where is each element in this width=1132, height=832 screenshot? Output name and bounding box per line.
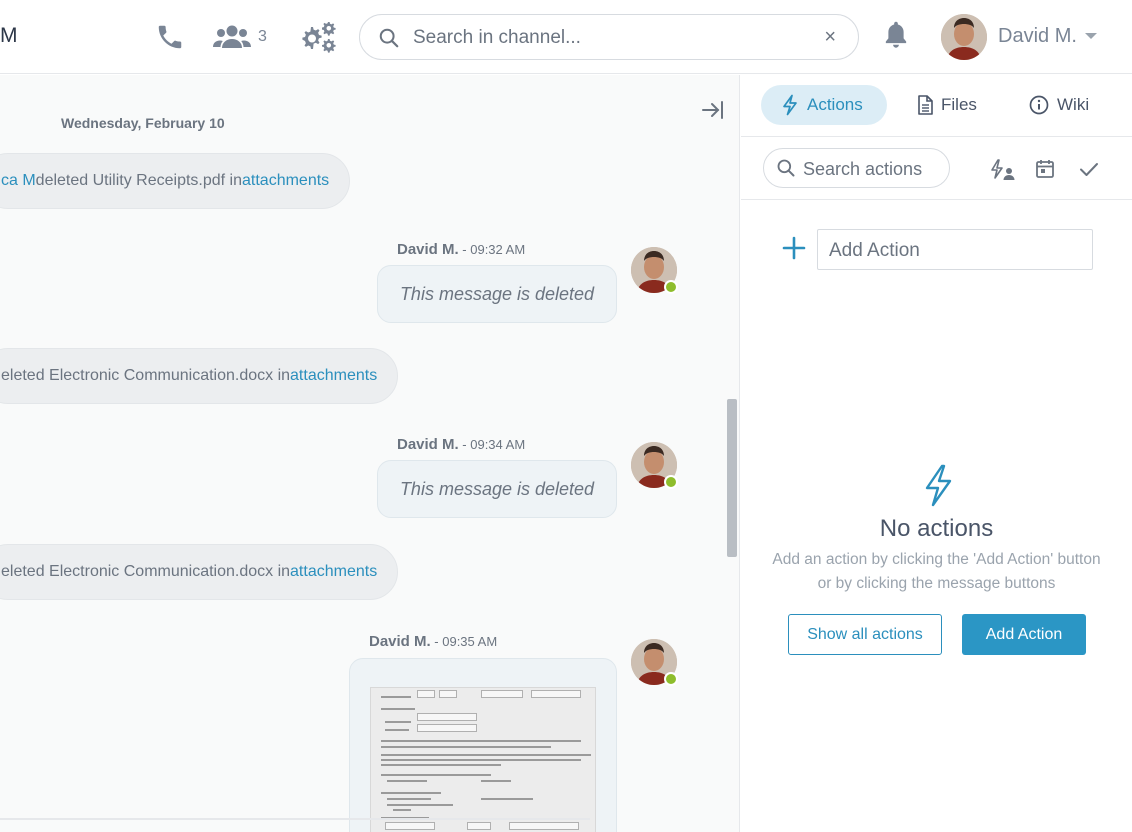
system-message: eleted Electronic Communication.docx in … xyxy=(0,348,399,404)
search-placeholder: Search in channel... xyxy=(413,27,581,48)
message-avatar[interactable] xyxy=(631,442,678,489)
tab-files[interactable]: Files xyxy=(913,85,993,125)
user-avatar[interactable] xyxy=(941,14,987,60)
search-actions-placeholder: Search actions xyxy=(803,159,923,179)
message-author[interactable]: David M. xyxy=(369,633,431,650)
message-time: - 09:34 AM xyxy=(458,437,526,452)
channel-title: M xyxy=(0,24,18,47)
file-icon xyxy=(918,95,933,115)
chat-area: Wednesday, February 10 ca M deleted Util… xyxy=(0,75,740,832)
tab-label: Wiki xyxy=(1057,95,1090,114)
online-status-dot xyxy=(664,280,678,294)
empty-state-title: No actions xyxy=(879,515,994,542)
actions-toolbar: Search actions xyxy=(741,137,1132,200)
add-action-input[interactable]: Add Action xyxy=(817,229,1093,270)
attachments-link[interactable]: attachments xyxy=(242,172,329,190)
message-time: - 09:32 AM xyxy=(458,242,526,257)
tab-actions[interactable]: Actions xyxy=(761,85,887,125)
calendar-filter-icon[interactable] xyxy=(1033,157,1059,183)
participants-icon[interactable] xyxy=(212,22,252,52)
top-bar: M 3 Search in channel... × David M. xyxy=(0,0,1132,74)
info-icon xyxy=(1029,95,1049,115)
composer-divider xyxy=(0,818,590,820)
add-action-button[interactable]: Add Action xyxy=(962,614,1086,655)
message-avatar[interactable] xyxy=(631,247,678,294)
add-action-placeholder: Add Action xyxy=(829,240,920,261)
search-icon xyxy=(777,159,795,177)
clear-search-icon[interactable]: × xyxy=(824,26,836,49)
show-all-actions-button[interactable]: Show all actions xyxy=(788,614,942,655)
tab-label: Files xyxy=(941,95,977,114)
assigned-to-me-filter-icon[interactable] xyxy=(989,157,1015,183)
message-text: This message is deleted xyxy=(399,478,595,499)
lightning-icon xyxy=(783,94,797,116)
message-author[interactable]: David M. xyxy=(397,241,459,258)
message-text: This message is deleted xyxy=(399,283,595,304)
message-bubble[interactable]: This message is deleted xyxy=(377,265,617,323)
user-name[interactable]: David M. xyxy=(998,25,1077,48)
system-message-text: deleted Utility Receipts.pdf in xyxy=(35,172,242,189)
system-message-author[interactable]: ca M xyxy=(1,172,36,190)
tab-label: Actions xyxy=(807,95,863,114)
message-meta: David M. - 09:35 AM xyxy=(369,633,497,650)
message-bubble[interactable]: This message is deleted xyxy=(377,460,617,518)
message-meta: David M. - 09:32 AM xyxy=(397,241,525,258)
participants-count: 3 xyxy=(258,28,267,45)
attachments-link[interactable]: attachments xyxy=(290,367,377,385)
attachments-link[interactable]: attachments xyxy=(290,563,377,581)
system-message: ca M deleted Utility Receipts.pdf in att… xyxy=(0,153,351,209)
user-menu-chevron-down-icon[interactable] xyxy=(1085,33,1097,39)
notifications-bell-icon[interactable] xyxy=(880,18,912,52)
panel-tabs: Actions Files Wiki xyxy=(741,75,1132,137)
side-panel: Actions Files Wiki Search actions Add Ac… xyxy=(741,75,1132,832)
file-attachment-bubble[interactable] xyxy=(349,658,617,832)
system-message-text: eleted Electronic Communication.docx in xyxy=(1,563,291,580)
online-status-dot xyxy=(664,672,678,686)
search-actions-input[interactable]: Search actions xyxy=(763,148,950,188)
settings-gears-icon[interactable] xyxy=(296,20,338,54)
message-meta: David M. - 09:34 AM xyxy=(397,436,525,453)
message-time: - 09:35 AM xyxy=(430,634,498,649)
completed-filter-check-icon[interactable] xyxy=(1077,157,1103,183)
channel-search-input[interactable]: Search in channel... × xyxy=(359,14,859,60)
search-icon xyxy=(379,28,399,48)
add-action-plus-icon[interactable] xyxy=(781,235,807,261)
system-message-text: eleted Electronic Communication.docx in xyxy=(1,367,291,384)
chat-scrollbar[interactable] xyxy=(727,399,737,557)
tab-wiki[interactable]: Wiki xyxy=(1025,85,1105,125)
document-preview-thumbnail[interactable] xyxy=(370,687,596,832)
date-separator: Wednesday, February 10 xyxy=(61,115,225,131)
message-avatar[interactable] xyxy=(631,639,678,686)
empty-state-description: Add an action by clicking the 'Add Actio… xyxy=(772,551,1101,592)
lightning-icon xyxy=(921,463,955,509)
online-status-dot xyxy=(664,475,678,489)
collapse-panel-icon[interactable] xyxy=(700,97,726,123)
phone-icon[interactable] xyxy=(154,20,186,54)
message-author[interactable]: David M. xyxy=(397,436,459,453)
system-message: eleted Electronic Communication.docx in … xyxy=(0,544,399,600)
